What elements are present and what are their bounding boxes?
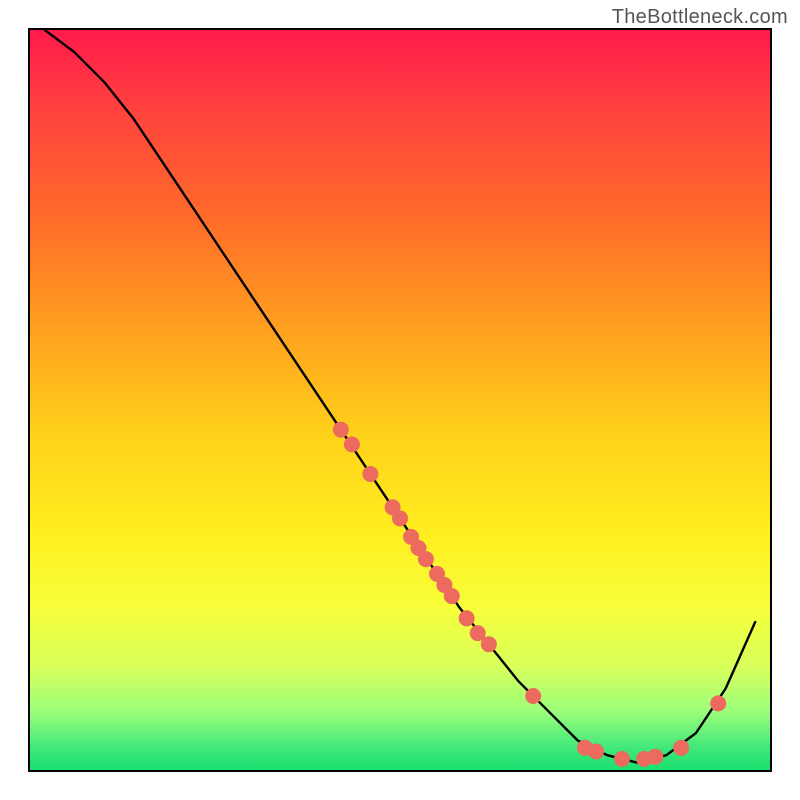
curve-marker	[577, 740, 593, 756]
curve-marker	[429, 566, 445, 582]
curve-marker	[636, 751, 652, 767]
curve-marker	[525, 688, 541, 704]
curve-marker	[444, 588, 460, 604]
curve-layer	[30, 30, 770, 770]
curve-marker	[647, 749, 663, 765]
curve-marker	[588, 744, 604, 760]
curve-marker	[459, 610, 475, 626]
curve-marker	[333, 422, 349, 438]
curve-marker	[481, 636, 497, 652]
curve-marker	[344, 436, 360, 452]
bottleneck-chart: TheBottleneck.com	[0, 0, 800, 800]
curve-marker	[710, 695, 726, 711]
bottleneck-curve-path	[45, 30, 755, 763]
curve-marker	[470, 625, 486, 641]
curve-marker	[385, 499, 401, 515]
curve-marker	[392, 510, 408, 526]
plot-area	[28, 28, 772, 772]
curve-marker	[673, 740, 689, 756]
curve-marker	[403, 529, 419, 545]
curve-marker	[418, 551, 434, 567]
curve-marker	[411, 540, 427, 556]
curve-marker	[362, 466, 378, 482]
watermark-text: TheBottleneck.com	[612, 6, 788, 29]
curve-marker	[614, 751, 630, 767]
curve-marker	[436, 577, 452, 593]
